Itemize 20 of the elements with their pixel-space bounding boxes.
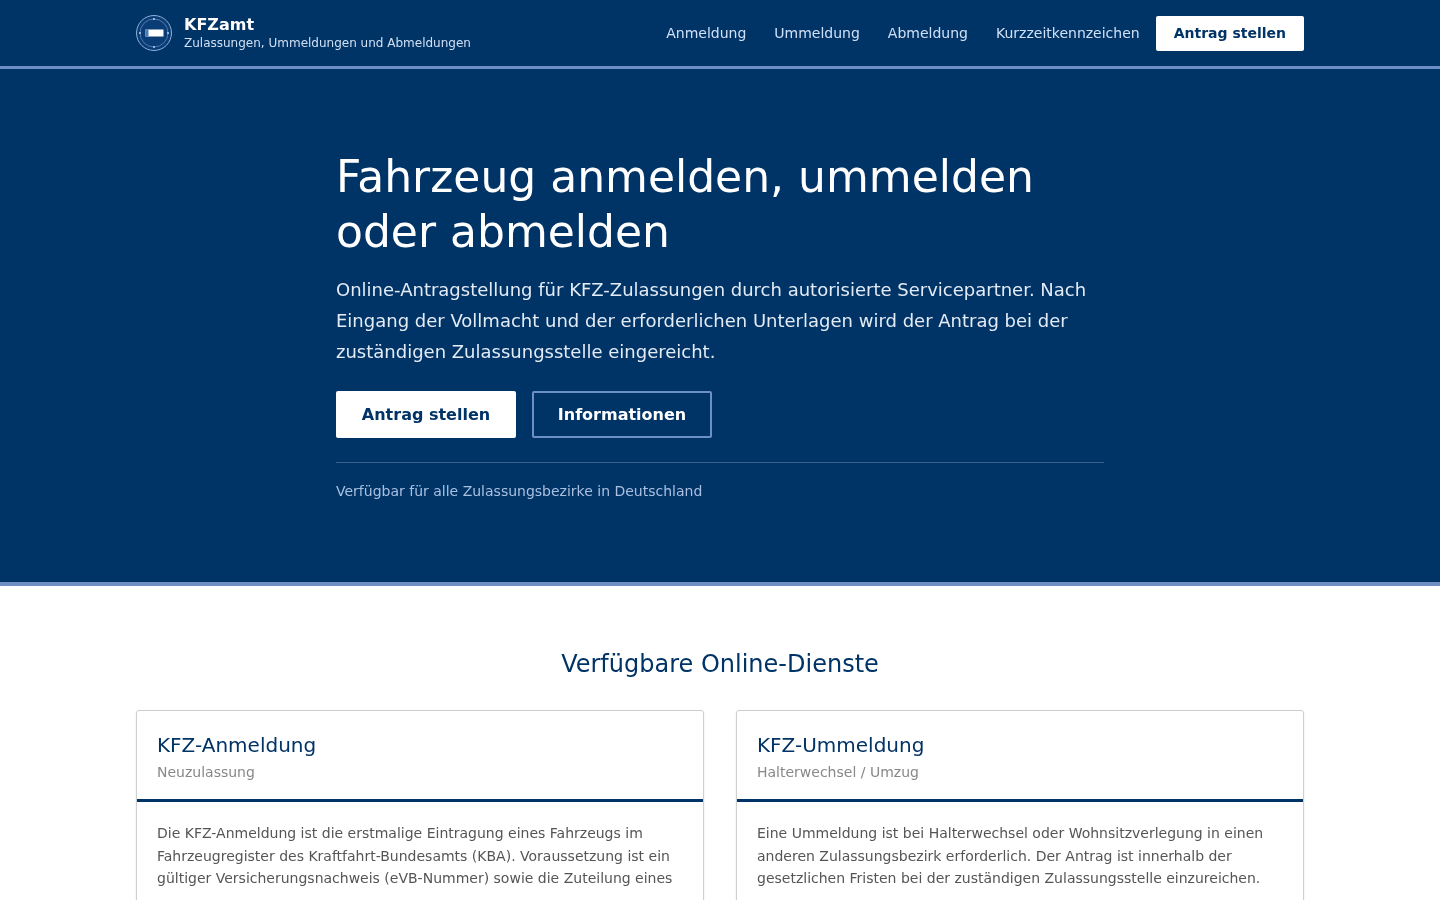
card-description: Eine Ummeldung ist bei Halterwechsel oder Wohnsitzverlegung in einen anderen Zulassungsbezirk erforderlich. Der Antrag ist innerhalb der gesetzlichen Fristen bei der zuständigen Zulassungsstelle einzureichen. [756,824,1265,888]
apply-button[interactable]: Antrag stellen [1155,15,1304,51]
card-title: KFZ-Ummeldung [757,732,926,759]
site-subtitle: Zulassungen, Ummeldungen und Abmeldungen [184,35,471,51]
card-description: Die KFZ-Anmeldung ist die erstmalige Eintragung eines Fahrzeugs im Fahrzeugregister des Kraftfahrt-Bundesamts (KBA). Voraussetzung ist ein gültiger Versicherungsnachweis (eVB-Nummer) sowie die Zuteilung eines [156,824,674,888]
nav-link[interactable]: Anmeldung [666,23,747,43]
hero-description: Online-Antragstellung für KFZ-Zulassungen durch autorisierte Servicepartner. Nach Eingang der Vollmacht und der erforderlichen Unterlagen wird der Antrag bei der zuständigen Zulassungsstelle eingereicht. [336,278,1088,364]
info-button[interactable]: Informationen [532,391,712,438]
site-title: KFZamt [184,15,256,35]
availability-note: Verfügbar für alle Zulassungsbezirke in Deutschland [336,482,704,501]
apply-button[interactable]: Antrag stellen [336,391,516,438]
section-heading: Verfügbare Online-Dienste [560,649,880,680]
nav-link[interactable]: Ummeldung [774,23,860,43]
logo-plate-icon [136,15,172,51]
card-title: KFZ-Anmeldung [157,732,318,759]
hero-heading: Fahrzeug anmelden, ummelden oder abmelden [336,150,1035,259]
nav-link[interactable]: Kurzzeitkennzeichen [996,23,1140,43]
card-subtitle: Neuzulassung [157,763,256,782]
card-subtitle: Halterwechsel / Umzug [757,763,920,782]
nav-link[interactable]: Abmeldung [887,23,968,43]
